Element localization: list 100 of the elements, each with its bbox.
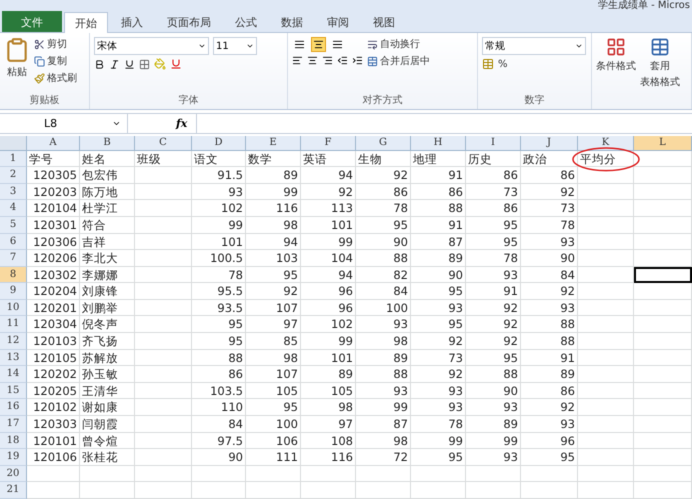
row-header[interactable]: 3 [0,184,27,200]
percent-button[interactable]: % [498,58,508,70]
indent-increase-icon[interactable] [352,55,363,66]
table-cell: 120203 [27,184,80,200]
empty-cell [634,382,692,400]
row-header[interactable]: 14 [0,366,27,383]
ribbon-tab[interactable]: 审阅 [316,11,360,32]
table-cell: 89 [466,416,521,433]
format-painter-button[interactable]: 格式刷 [34,71,77,86]
table-cell: 101 [192,234,246,250]
column-header[interactable]: E [246,136,301,151]
row-header[interactable]: 20 [0,466,27,482]
column-header[interactable]: J [521,136,578,151]
table-cell: 100 [356,300,411,316]
empty-cell [411,482,466,499]
underline-icon[interactable] [124,58,135,70]
table-cell: 99 [466,432,521,450]
table-cell: 116 [301,449,356,466]
conditional-format-button[interactable]: 条件格式 [596,37,636,109]
column-header[interactable]: B [80,136,135,151]
font-name-field[interactable]: 宋体 [94,37,209,56]
table-cell: 120301 [27,216,80,234]
align-left-icon[interactable] [292,55,303,66]
column-header[interactable]: H [411,136,466,151]
bold-icon[interactable] [94,58,105,70]
column-header[interactable]: A [27,136,80,151]
cut-button[interactable]: 剪切 [34,37,77,52]
table-cell: 98 [246,216,301,234]
row-header[interactable]: 21 [0,482,27,499]
ribbon-tab[interactable]: 开始 [64,12,108,34]
font-size-field[interactable]: 11 [213,37,257,56]
table-cell: 108 [301,432,356,450]
number-format-field[interactable]: 常规 [482,37,586,56]
border-icon[interactable] [139,58,150,70]
ribbon-tab[interactable]: 数据 [270,11,314,32]
row-header[interactable]: 6 [0,234,27,250]
table-cell: 88 [521,316,578,334]
row-header[interactable]: 16 [0,399,27,416]
empty-cell [634,333,692,350]
empty-cell [578,250,634,267]
row-header[interactable]: 1 [0,150,27,168]
table-cell: 陈万地 [80,184,135,200]
row-header[interactable]: 19 [0,449,27,466]
wrap-text-button[interactable]: 自动换行 [367,37,430,52]
indent-decrease-icon[interactable] [337,55,348,66]
column-header[interactable]: F [301,136,356,151]
row-header[interactable]: 8 [0,266,27,284]
row-header[interactable]: 5 [0,216,27,234]
table-cell: 政治 [521,150,578,168]
paste-button[interactable]: 粘贴 [4,37,30,93]
align-top-icon[interactable] [294,39,305,50]
align-middle-icon[interactable] [313,39,324,50]
row-header[interactable]: 4 [0,200,27,217]
table-cell: 88 [356,366,411,383]
empty-cell [411,466,466,482]
file-tab[interactable]: 文件 [2,11,62,32]
column-header[interactable]: I [466,136,521,151]
table-cell: 120105 [27,350,80,366]
fill-color-icon[interactable] [154,58,166,70]
table-cell: 90 [411,266,466,284]
table-cell: 88 [192,350,246,366]
row-header[interactable]: 10 [0,300,27,316]
empty-cell [634,200,692,217]
ribbon-tab[interactable]: 视图 [362,11,406,32]
empty-cell [578,200,634,217]
copy-button[interactable]: 复制 [34,54,77,68]
align-right-icon[interactable] [322,55,333,66]
table-cell: 120106 [27,449,80,466]
empty-cell [634,316,692,334]
row-header[interactable]: 9 [0,283,27,300]
table-cell: 历史 [466,150,521,168]
row-header[interactable]: 7 [0,250,27,267]
table-format-button[interactable]: 套用 表格格式 [640,37,680,109]
column-header[interactable]: K [578,136,634,151]
table-cell: 94 [301,266,356,284]
align-bottom-icon[interactable] [332,39,343,50]
column-header[interactable]: C [135,136,192,151]
column-header[interactable]: G [356,136,411,151]
row-header[interactable]: 18 [0,432,27,450]
ribbon-tab[interactable]: 页面布局 [156,11,222,32]
row-header[interactable]: 11 [0,316,27,334]
name-box[interactable]: L8 [0,114,128,133]
table-cell: 99 [356,399,411,416]
column-header[interactable]: D [192,136,246,151]
function-button[interactable]: fx [176,116,196,130]
row-header[interactable]: 12 [0,333,27,350]
column-header[interactable]: L [634,136,692,151]
italic-icon[interactable] [109,58,120,70]
table-cell: 93 [192,184,246,200]
ribbon-tab[interactable]: 插入 [110,11,154,32]
row-header[interactable]: 15 [0,382,27,400]
align-center-icon[interactable] [307,55,318,66]
merge-center-button[interactable]: 合并后居中 [367,54,430,68]
row-header[interactable]: 17 [0,416,27,433]
table-cell: 88 [411,200,466,217]
row-header[interactable]: 13 [0,350,27,366]
table-cell: 78 [521,216,578,234]
table-cell: 116 [246,200,301,217]
ribbon-tab[interactable]: 公式 [224,11,268,32]
row-header[interactable]: 2 [0,167,27,184]
